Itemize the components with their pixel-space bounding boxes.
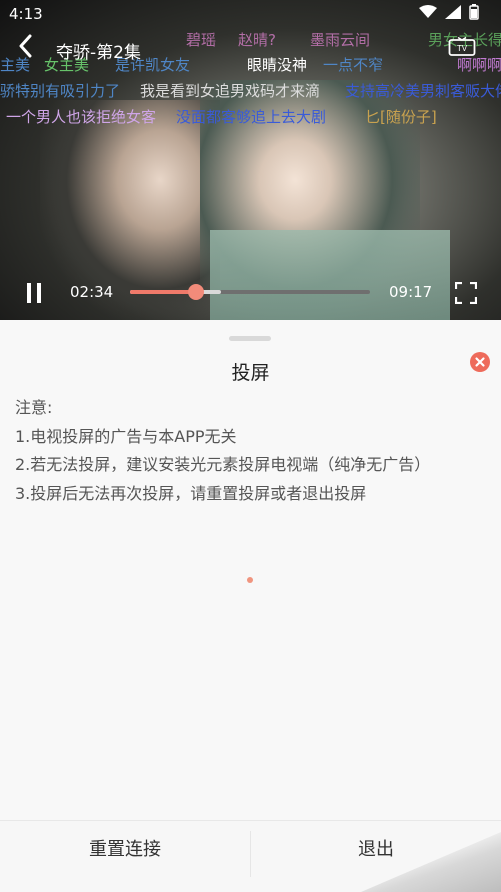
progress-fill [130, 290, 197, 294]
close-icon [475, 357, 485, 367]
status-icons [419, 4, 479, 20]
close-button[interactable] [470, 352, 490, 372]
danmaku-item: 眼睛没神 [247, 56, 308, 74]
loading-indicator [247, 577, 253, 583]
fullscreen-button[interactable] [454, 281, 478, 305]
danmaku-item: 啊啊啊 [457, 56, 501, 74]
note-line: 1.电视投屏的广告与本APP无关 [15, 426, 237, 446]
cast-sheet: 投屏 注意: 1.电视投屏的广告与本APP无关 2.若无法投屏，建议安装光元素投… [0, 320, 501, 892]
note-line: 3.投屏后无法再次投屏，请重置投屏或者退出投屏 [15, 483, 367, 503]
wifi-icon [419, 5, 437, 18]
bottom-action-bar: 重置连接 退出 [0, 820, 501, 892]
danmaku-item: 墨雨云间 [310, 31, 371, 49]
danmaku-item: 赵晴? [238, 31, 276, 49]
danmaku-item: 支持高冷美男刺客贩大佬 [345, 82, 501, 100]
status-time: 4:13 [9, 5, 43, 23]
danmaku-item: 我是看到女追男戏码才来滴 [140, 82, 321, 100]
progress-thumb[interactable] [188, 284, 205, 300]
note-line: 2.若无法投屏，建议安装光元素投屏电视端（纯净无广告） [15, 455, 431, 474]
total-time: 09:17 [389, 283, 433, 301]
danmaku-item: 一点不窄 [323, 56, 384, 74]
notes-heading: 注意: [15, 398, 53, 417]
tv-icon: TV [448, 36, 476, 56]
pause-button[interactable] [24, 282, 46, 304]
battery-icon [469, 4, 479, 20]
danmaku-item: 没面都客够追上去大剧 [176, 108, 327, 126]
svg-text:TV: TV [457, 44, 468, 53]
status-bar: 4:13 [0, 0, 501, 28]
progress-bar[interactable] [130, 284, 370, 300]
sheet-drag-handle[interactable] [229, 336, 271, 341]
pause-icon [27, 283, 41, 303]
back-button[interactable] [18, 34, 46, 62]
video-title: 夺骄-第2集 [56, 43, 141, 63]
video-controls: 02:34 09:17 [0, 274, 501, 312]
video-player[interactable]: 碧瑶 赵晴? 墨雨云间 男女主长得 主美 女主美 是许凯女友 眼睛没神 一点不窄… [0, 0, 501, 320]
cast-tv-button[interactable]: TV [448, 36, 476, 57]
chevron-left-icon [19, 34, 32, 58]
current-time: 02:34 [70, 283, 114, 301]
signal-icon [445, 5, 461, 19]
sheet-title: 投屏 [231, 362, 270, 384]
danmaku-item: 骄特别有吸引力了 [0, 82, 121, 100]
fullscreen-icon [454, 281, 478, 305]
reset-connection-button[interactable]: 重置连接 [0, 821, 250, 879]
danmaku-item: 一个男人也该拒绝女客 [6, 108, 157, 126]
cast-notes: 注意: 1.电视投屏的广告与本APP无关 2.若无法投屏，建议安装光元素投屏电视… [15, 394, 430, 508]
danmaku-item: 碧瑶 [186, 31, 217, 49]
danmaku-item: 匕[随份子] [365, 108, 437, 126]
